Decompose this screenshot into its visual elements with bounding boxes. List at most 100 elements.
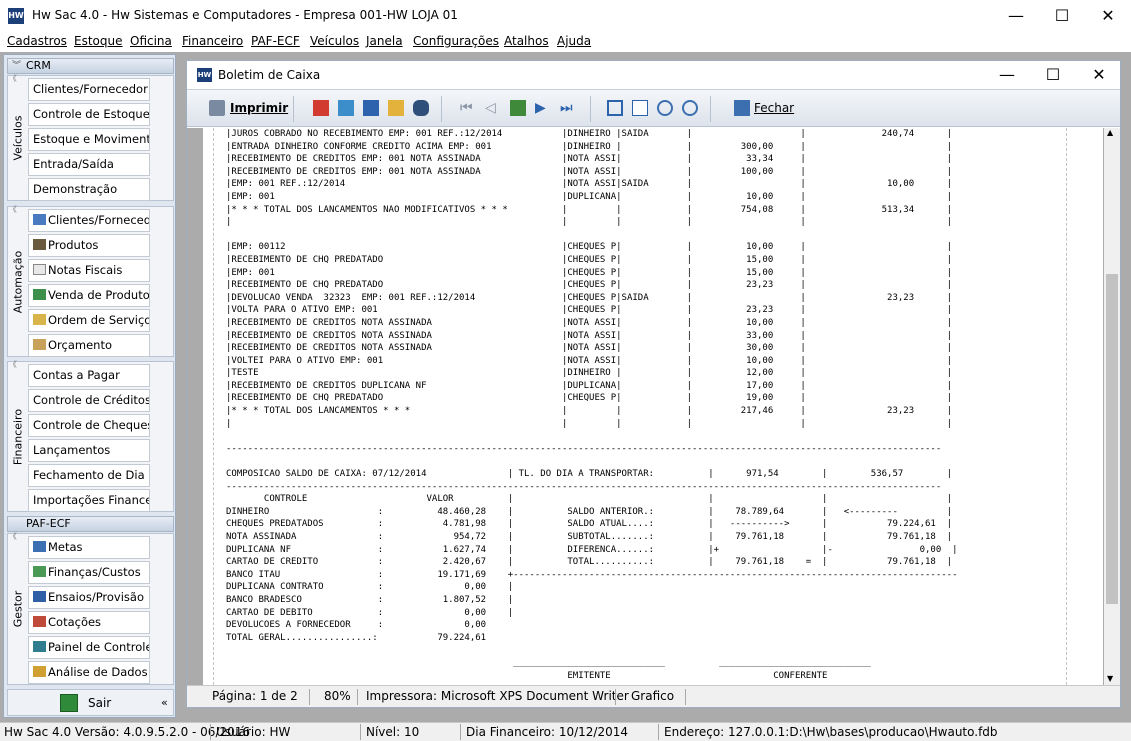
status-divider — [210, 724, 211, 740]
section-automacao: ︽Automação Clientes/Fornecedor Produtos … — [7, 205, 174, 357]
nav-controle-creditos[interactable]: Controle de Créditos — [28, 389, 150, 412]
report-line: |RECEBIMENTO DE CREDITOS NOTA ASSINADA |… — [226, 317, 953, 328]
version-info: Hw Sac 4.0 Versão: 4.0.9.5.2.0 - 06/2016 — [4, 725, 251, 739]
scroll-thumb[interactable] — [1106, 274, 1118, 604]
exit-button[interactable]: Sair — [88, 696, 111, 710]
app-titlebar: HW Hw Sac 4.0 - Hw Sistemas e Computador… — [0, 0, 1131, 32]
nav-controle-estoque[interactable]: Controle de Estoque — [28, 103, 150, 126]
nav-estoque-movimento[interactable]: Estoque e Movimento — [28, 128, 150, 151]
scroll-down-icon[interactable]: ▼ — [1107, 674, 1113, 683]
menu-cadastros[interactable]: Cadastros — [7, 34, 67, 48]
close-report-button[interactable]: Fechar — [754, 101, 794, 117]
pdf-export-icon[interactable] — [313, 100, 329, 116]
report-line: ----------------------------------------… — [226, 443, 942, 454]
report-line: ____________________________ ___________… — [226, 657, 871, 668]
database-address-info: Endereço: 127.0.0.1:D:\Hw\bases\producao… — [664, 725, 998, 739]
status-divider — [309, 689, 310, 705]
nav-demonstracao[interactable]: Demonstração — [28, 178, 150, 201]
last-page-icon[interactable]: ⏭ — [560, 100, 576, 116]
toolbar-separator — [293, 96, 294, 122]
report-viewport: |JUROS COBRADO NO RECEBIMENTO EMP: 001 R… — [187, 128, 1120, 685]
page-indicator: Página: 1 de 2 — [212, 689, 298, 703]
goto-page-icon[interactable] — [510, 100, 526, 116]
report-line: BANCO ITAU : 19.171,69 +----------------… — [226, 569, 958, 580]
nav-notas-fiscais[interactable]: Notas Fiscais — [28, 259, 150, 282]
section-title-paf-ecf[interactable]: PAF-ECF — [7, 516, 174, 532]
page-width-icon[interactable] — [607, 100, 623, 116]
collapse-panel-button[interactable]: « — [161, 696, 168, 709]
find-binoculars-icon[interactable] — [413, 100, 429, 116]
first-page-icon[interactable]: ⏮ — [460, 100, 476, 116]
hw-logo-icon: HW — [197, 68, 212, 82]
status-divider — [685, 689, 686, 705]
nav-orcamento[interactable]: Orçamento — [28, 334, 150, 357]
report-line: BANCO BRADESCO : 1.807,52 | — [226, 594, 514, 605]
email-icon[interactable] — [338, 100, 354, 116]
menu-ajuda[interactable]: Ajuda — [557, 34, 591, 48]
minimize-button[interactable]: — — [993, 4, 1039, 28]
print-button[interactable]: Imprimir — [230, 101, 288, 117]
nav-importacoes-financeiro[interactable]: Importações Financeiro — [28, 489, 150, 512]
child-maximize-button[interactable]: ☐ — [1030, 63, 1076, 87]
previous-page-icon[interactable]: ◁ — [485, 100, 501, 116]
scroll-up-icon[interactable]: ▲ — [1107, 128, 1113, 137]
nav-entrada-saida[interactable]: Entrada/Saída — [28, 153, 150, 176]
whole-page-icon[interactable] — [632, 100, 648, 116]
exit-report-icon[interactable] — [734, 100, 750, 116]
child-minimize-button[interactable]: — — [984, 63, 1030, 87]
section-veiculos: ︽ Veículos Clientes/Fornecedor Controle d… — [7, 74, 174, 201]
menu-oficina[interactable]: Oficina — [130, 34, 172, 48]
child-close-button[interactable]: ✕ — [1076, 63, 1122, 87]
save-icon[interactable] — [363, 100, 379, 116]
user-info: Usuário: HW — [216, 725, 291, 739]
report-line: COMPOSICAO SALDO DE CAIXA: 07/12/2014 | … — [226, 469, 953, 480]
menu-estoque[interactable]: Estoque — [74, 34, 123, 48]
report-line: |RECEBIMENTO DE CHQ PREDATADO |CHEQUES P… — [226, 280, 953, 291]
report-vertical-scrollbar[interactable]: ▲ ▼ — [1104, 128, 1120, 685]
nav-cotacoes[interactable]: Cotações — [28, 611, 150, 634]
nav-lancamentos[interactable]: Lançamentos — [28, 439, 150, 462]
nav-contas-pagar[interactable]: Contas a Pagar — [28, 364, 150, 387]
nav-produtos[interactable]: Produtos — [28, 234, 150, 257]
zoom-out-icon[interactable] — [682, 100, 698, 116]
report-line: CONTROLE VALOR | | | | — [226, 494, 953, 505]
money-icon — [33, 566, 46, 577]
close-button[interactable]: ✕ — [1085, 4, 1131, 28]
report-line: |RECEBIMENTO DE CHQ PREDATADO |CHEQUES P… — [226, 393, 953, 404]
menu-paf-ecf[interactable]: PAF-ECF — [251, 34, 300, 48]
report-line: |EMP: 001 |DUPLICANA| | 10,00 | | — [226, 191, 953, 202]
maximize-button[interactable]: ☐ — [1039, 4, 1085, 28]
nav-auto-clientes[interactable]: Clientes/Fornecedor — [28, 209, 150, 232]
next-page-icon[interactable]: ▶ — [535, 100, 551, 116]
section-financeiro: ︽ Financeiro Contas a Pagar Controle de C… — [7, 360, 174, 512]
nav-fechamento-dia[interactable]: Fechamento de Dia — [28, 464, 150, 487]
nav-financas-custos[interactable]: Finanças/Custos — [28, 561, 150, 584]
report-line: | | | | | | — [226, 217, 953, 228]
status-divider — [460, 724, 461, 740]
exit-door-icon[interactable] — [60, 694, 78, 712]
app-statusbar: Hw Sac 4.0 Versão: 4.0.9.5.2.0 - 06/2016… — [0, 722, 1131, 741]
analysis-icon — [33, 666, 46, 677]
nav-clientes-fornecedor[interactable]: Clientes/Fornecedor — [28, 78, 150, 101]
menu-janela[interactable]: Janela — [366, 34, 403, 48]
menu-financeiro[interactable]: Financeiro — [182, 34, 243, 48]
zoom-in-icon[interactable] — [657, 100, 673, 116]
nav-venda-produtos[interactable]: Venda de Produtos — [28, 284, 150, 307]
report-line: CARTAO DE CREDITO : 2.420,67 | TOTAL....… — [226, 557, 953, 568]
nav-ensaios-provisao[interactable]: Ensaios/Provisão — [28, 586, 150, 609]
menu-atalhos[interactable]: Atalhos — [504, 34, 549, 48]
nav-ordem-servico[interactable]: Ordem de Serviço — [28, 309, 150, 332]
nav-analise-dados[interactable]: Análise de Dados — [28, 661, 150, 684]
open-folder-icon[interactable] — [388, 100, 404, 116]
users-icon — [33, 214, 46, 225]
printer-icon[interactable] — [209, 100, 225, 116]
report-page: |JUROS COBRADO NO RECEBIMENTO EMP: 001 R… — [203, 128, 1103, 685]
nav-metas[interactable]: Metas — [28, 536, 150, 559]
menu-configuracoes[interactable]: Configurações — [413, 34, 499, 48]
report-line: EMITENTE CONFERENTE — [226, 670, 828, 681]
nav-painel-controle[interactable]: Painel de Controle — [28, 636, 150, 659]
report-line: |RECEBIMENTO DE CREDITOS NOTA ASSINADA |… — [226, 330, 953, 341]
section-title-crm[interactable]: ︾ CRM — [7, 58, 174, 74]
nav-controle-cheques[interactable]: Controle de Cheques — [28, 414, 150, 437]
menu-veiculos[interactable]: Veículos — [310, 34, 359, 48]
